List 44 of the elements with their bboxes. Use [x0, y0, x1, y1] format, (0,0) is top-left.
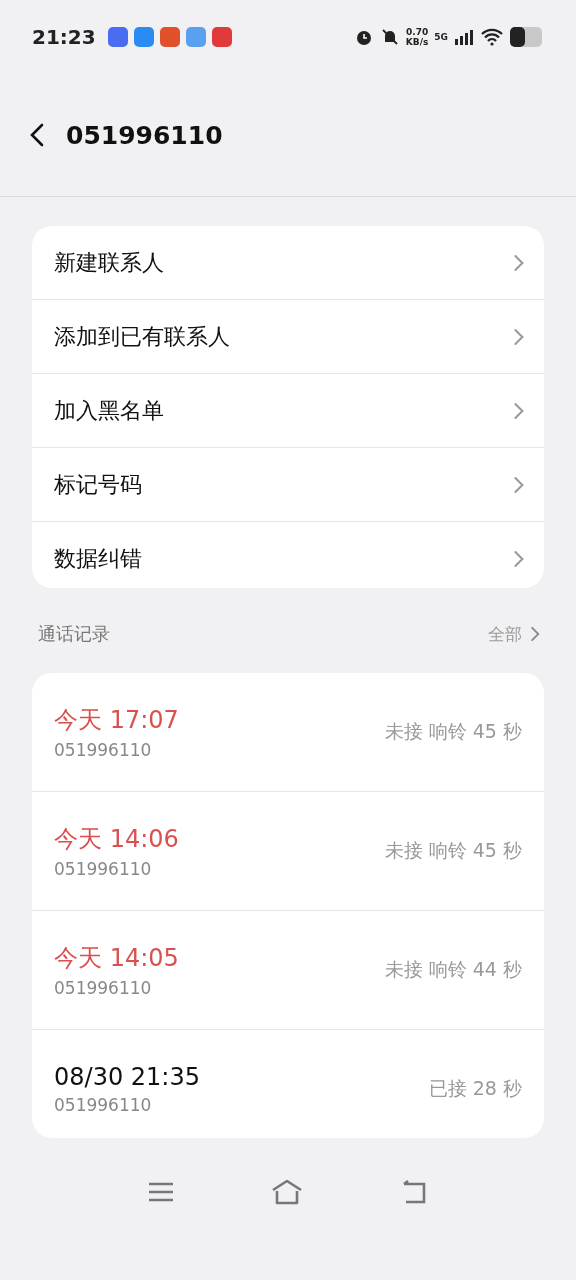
- status-time: 21:23: [32, 25, 96, 50]
- action-item[interactable]: 标记号码: [32, 447, 544, 522]
- action-item[interactable]: 数据纠错: [32, 521, 544, 589]
- action-label: 加入黑名单: [54, 396, 165, 425]
- call-status: 未接 响铃 44 秒: [384, 956, 522, 982]
- call-number: 051996110: [54, 739, 153, 760]
- call-status: 未接 响铃 45 秒: [384, 837, 522, 863]
- action-label: 标记号码: [54, 470, 143, 499]
- call-time: 今天 17:07: [54, 704, 180, 736]
- page-title: 051996110: [66, 120, 223, 150]
- chevron-icon: [513, 253, 524, 272]
- net-unit: KB/s: [405, 37, 429, 48]
- action-label: 新建联系人: [54, 248, 165, 277]
- chevron-icon: [530, 626, 540, 643]
- call-time: 今天 14:05: [54, 942, 180, 974]
- call-item[interactable]: 08/30 21:35 051996110 已接 28 秒: [32, 1028, 544, 1139]
- chevron-icon: [513, 327, 524, 346]
- wifi-icon: [480, 28, 504, 47]
- signal-icon: [454, 29, 474, 46]
- chevron-icon: [513, 549, 524, 568]
- action-label: 数据纠错: [54, 544, 143, 573]
- section-title: 通话记录: [38, 622, 111, 647]
- chevron-icon: [513, 475, 524, 494]
- chevron-icon: [513, 401, 524, 420]
- action-item[interactable]: 新建联系人: [32, 226, 544, 300]
- call-time: 08/30 21:35: [54, 1062, 201, 1091]
- menu-icon[interactable]: [148, 1181, 175, 1204]
- call-item[interactable]: 今天 14:06 051996110 未接 响铃 45 秒: [32, 790, 544, 910]
- call-status: 未接 响铃 45 秒: [384, 718, 522, 744]
- net-speed: 0.70: [406, 27, 429, 38]
- call-item[interactable]: 今天 14:05 051996110 未接 响铃 44 秒: [32, 909, 544, 1029]
- call-time: 今天 14:06: [54, 823, 180, 855]
- home-icon[interactable]: [271, 1179, 303, 1206]
- back-icon[interactable]: [30, 123, 44, 148]
- call-number: 051996110: [54, 977, 153, 998]
- call-item[interactable]: 今天 17:07 051996110 未接 响铃 45 秒: [32, 672, 544, 791]
- battery-icon: [510, 27, 544, 48]
- call-number: 051996110: [54, 1094, 153, 1115]
- action-label: 添加到已有联系人: [54, 322, 231, 351]
- network-type: 5G: [434, 32, 448, 43]
- action-item[interactable]: 添加到已有联系人: [32, 299, 544, 374]
- call-number: 051996110: [54, 858, 153, 879]
- call-status: 已接 28 秒: [428, 1075, 522, 1101]
- action-item[interactable]: 加入黑名单: [32, 373, 544, 448]
